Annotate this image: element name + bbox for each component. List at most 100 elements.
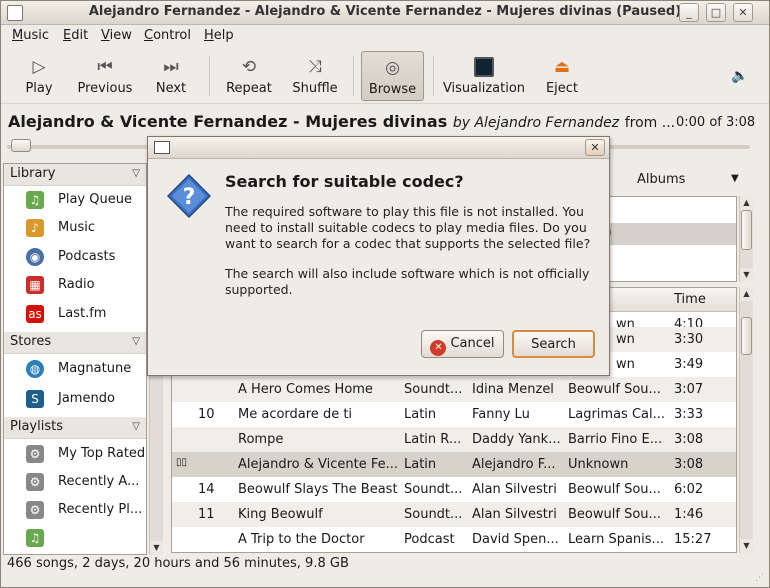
table-scrollbar[interactable]: ▲ ▼ <box>739 287 753 553</box>
paused-icon: ▯▯ <box>176 457 188 468</box>
library-header[interactable]: Library ▽ <box>4 164 146 186</box>
sidebar-item-top-rated[interactable]: ⚙ My Top Rated <box>4 440 146 468</box>
sidebar-item-radio[interactable]: ▦ Radio <box>4 271 146 299</box>
search-label: Search <box>531 337 576 352</box>
scroll-thumb[interactable] <box>741 210 752 250</box>
search-button[interactable]: Search <box>512 330 595 358</box>
cell-time: 3:49 <box>674 357 704 372</box>
browser-scrollbar[interactable]: ▲ ▼ <box>739 196 753 282</box>
cancel-button[interactable]: ✕ Cancel <box>421 330 504 358</box>
maximize-button[interactable]: □ <box>706 3 726 22</box>
cell-time: 15:27 <box>674 532 712 547</box>
volume-icon[interactable]: 🔈 <box>731 68 748 84</box>
dialog-title-bar[interactable]: ✕ <box>148 137 609 159</box>
sidebar-item-label: Jamendo <box>58 391 115 406</box>
table-row[interactable]: 14 Beowulf Slays The Beast Soundt... Ala… <box>172 477 736 502</box>
question-icon: ? <box>167 174 211 218</box>
repeat-icon: ⟲ <box>241 57 257 77</box>
sidebar-item-music[interactable]: ♪ Music <box>4 214 146 242</box>
table-row[interactable]: A Hero Comes Home Soundt... Idina Menzel… <box>172 377 736 402</box>
menu-music[interactable]: Music <box>12 28 49 43</box>
visualization-button[interactable]: Visualization <box>441 51 527 101</box>
cell-artist: Alejandro F... <box>472 457 556 472</box>
dialog-body-note: The search will also include software wh… <box>225 266 590 297</box>
sidebar-item-lastfm[interactable]: as Last.fm <box>4 300 146 328</box>
scroll-down-icon[interactable]: ▼ <box>740 539 753 553</box>
title-bar[interactable]: Alejandro Fernandez - Alejandro & Vicent… <box>1 1 769 25</box>
play-button[interactable]: ▷ Play <box>9 51 69 101</box>
next-button[interactable]: ⏭ Next <box>141 51 201 101</box>
sidebar-item-label: My Top Rated <box>58 446 146 461</box>
collapse-icon: ▽ <box>132 336 140 347</box>
cell-artist: Fanny Lu <box>472 407 530 422</box>
column-time[interactable]: Time <box>674 292 706 307</box>
table-row[interactable]: 11 King Beowulf Soundt... Alan Silvestri… <box>172 502 736 527</box>
sidebar-item-playlist[interactable]: ♫ <box>4 524 146 552</box>
cell-track: 10 <box>198 407 215 422</box>
table-row[interactable]: 10 Me acordare de ti Latin Fanny Lu Lagr… <box>172 402 736 427</box>
window-title: Alejandro Fernandez - Alejandro & Vicent… <box>88 4 682 19</box>
sidebar-item-label: Recently A... <box>58 474 140 489</box>
sidebar: Library ▽ ♫ Play Queue ♪ Music ◉ Podcasts ▦ R… <box>3 163 147 555</box>
browse-button[interactable]: ◎ Browse <box>361 51 424 101</box>
playlists-header[interactable]: Playlists ▽ <box>4 417 146 439</box>
jamendo-icon: S <box>26 390 44 408</box>
visualization-icon <box>441 55 527 79</box>
cell-title: Beowulf Slays The Beast <box>238 482 398 497</box>
sidebar-item-podcasts[interactable]: ◉ Podcasts <box>4 243 146 271</box>
close-button[interactable]: ✕ <box>733 3 753 22</box>
queue-icon: ♫ <box>26 191 44 209</box>
scroll-thumb[interactable] <box>741 317 752 355</box>
cell-time: 3:08 <box>674 457 704 472</box>
play-icon: ▷ <box>32 57 46 77</box>
cell-artist: Alan Silvestri <box>472 482 557 497</box>
table-row-playing[interactable]: ▯▯ Alejandro & Vicente Fe... Latin Aleja… <box>172 452 736 477</box>
eject-button[interactable]: ⏏ Eject <box>535 51 589 101</box>
sidebar-item-recently-added[interactable]: ⚙ Recently A... <box>4 468 146 496</box>
previous-button[interactable]: ⏮ Previous <box>73 51 137 101</box>
scroll-up-icon[interactable]: ▲ <box>740 196 753 210</box>
cell-time: 6:02 <box>674 482 704 497</box>
seek-handle[interactable] <box>11 139 31 152</box>
stores-header[interactable]: Stores ▽ <box>4 332 146 354</box>
menu-view[interactable]: View <box>101 28 132 43</box>
sidebar-item-jamendo[interactable]: S Jamendo <box>4 385 146 413</box>
resize-grip-icon[interactable]: ⋰ <box>755 573 767 585</box>
cell-album: Barrio Fino E... <box>568 432 663 447</box>
shuffle-button[interactable]: ⤨ Shuffle <box>285 51 345 101</box>
minimize-button[interactable]: _ <box>679 3 699 22</box>
sidebar-item-play-queue[interactable]: ♫ Play Queue <box>4 186 146 214</box>
cell-album: Lagrimas Cal... <box>568 407 666 422</box>
cell-album: wn <box>616 332 635 347</box>
scroll-up-icon[interactable]: ▲ <box>740 287 753 301</box>
svg-text:?: ? <box>183 185 196 210</box>
sidebar-item-recently-played[interactable]: ⚙ Recently Pl... <box>4 496 146 524</box>
cell-album: Beowulf Sou... <box>568 382 661 397</box>
dialog-close-button[interactable]: ✕ <box>585 139 605 156</box>
table-row[interactable]: Rompe Latin R... Daddy Yank... Barrio Fi… <box>172 427 736 452</box>
cell-genre: Latin <box>404 407 437 422</box>
albums-dropdown[interactable]: Albums ▼ <box>637 172 739 187</box>
sidebar-item-label: Play Queue <box>58 192 132 207</box>
lastfm-icon: as <box>26 305 44 323</box>
cell-artist: David Spen... <box>472 532 559 547</box>
sidebar-item-label: Recently Pl... <box>58 502 143 517</box>
scroll-down-icon[interactable]: ▼ <box>150 541 163 555</box>
cell-time: 3:08 <box>674 432 704 447</box>
table-row[interactable]: A Trip to the Doctor Podcast David Spen.… <box>172 527 736 552</box>
cancel-label: Cancel <box>450 336 495 351</box>
next-label: Next <box>155 81 187 96</box>
browse-label: Browse <box>368 82 417 97</box>
menu-edit[interactable]: Edit <box>63 28 88 43</box>
repeat-button[interactable]: ⟲ Repeat <box>219 51 279 101</box>
status-bar: 466 songs, 2 days, 20 hours and 56 minut… <box>7 556 349 571</box>
menu-help[interactable]: Help <box>204 28 234 43</box>
cell-album: Beowulf Sou... <box>568 482 661 497</box>
sidebar-item-magnatune[interactable]: ◍ Magnatune <box>4 355 146 383</box>
cell-genre: Podcast <box>404 532 455 547</box>
albums-label: Albums <box>637 172 686 187</box>
menu-control[interactable]: Control <box>144 28 191 43</box>
shuffle-icon: ⤨ <box>308 57 322 77</box>
eject-icon: ⏏ <box>553 57 571 77</box>
scroll-down-icon[interactable]: ▼ <box>740 268 753 282</box>
